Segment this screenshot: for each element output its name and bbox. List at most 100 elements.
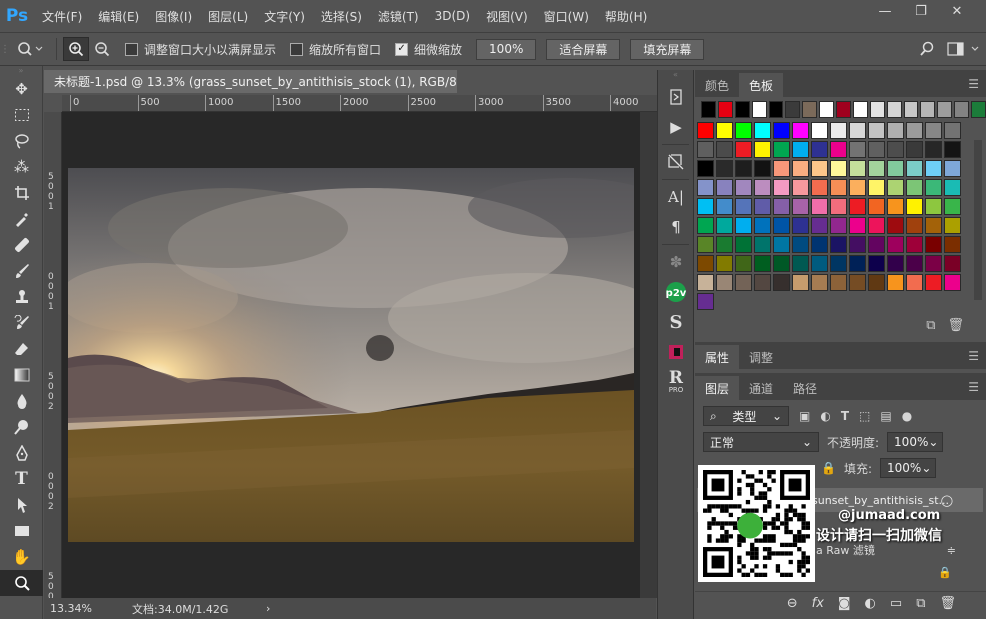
- swatch[interactable]: [811, 160, 828, 177]
- swatch[interactable]: [754, 217, 771, 234]
- link-layers-icon[interactable]: ⊖: [787, 596, 798, 611]
- swatch[interactable]: [849, 141, 866, 158]
- swatch[interactable]: [773, 255, 790, 272]
- swatch[interactable]: [754, 236, 771, 253]
- swatch[interactable]: [773, 160, 790, 177]
- swatch[interactable]: [773, 236, 790, 253]
- zoom-tool-preset-icon[interactable]: [10, 37, 50, 61]
- swatch[interactable]: [944, 122, 961, 139]
- scrubby-zoom-checkbox[interactable]: ✓ 细微缩放: [395, 41, 462, 58]
- recent-swatch[interactable]: [785, 101, 801, 118]
- history-brush-tool-icon[interactable]: [0, 310, 43, 336]
- s-plugin-icon[interactable]: S: [658, 307, 694, 337]
- swatch[interactable]: [868, 255, 885, 272]
- swatch[interactable]: [811, 255, 828, 272]
- opacity-input[interactable]: 100% ⌄: [887, 432, 944, 452]
- delete-layer-icon[interactable]: 🗑: [939, 596, 956, 611]
- swatch[interactable]: [849, 122, 866, 139]
- swatch[interactable]: [868, 179, 885, 196]
- recent-swatch[interactable]: [819, 101, 834, 118]
- recent-swatch[interactable]: [971, 101, 986, 118]
- swatch[interactable]: [944, 198, 961, 215]
- delete-swatch-icon[interactable]: 🗑: [947, 318, 964, 333]
- swatch[interactable]: [697, 274, 714, 291]
- r-pro-plugin-icon[interactable]: R PRO: [658, 367, 694, 397]
- swatch[interactable]: [773, 122, 790, 139]
- resize-windows-checkbox[interactable]: 调整窗口大小以满屏显示: [125, 41, 276, 58]
- pixel-filter-icon[interactable]: ▣: [799, 409, 810, 423]
- smart-object-filter-icon[interactable]: ▤: [880, 409, 891, 423]
- swatch[interactable]: [849, 160, 866, 177]
- swatch[interactable]: [735, 255, 752, 272]
- swatch[interactable]: [773, 179, 790, 196]
- status-menu-arrow[interactable]: ›: [266, 602, 270, 615]
- adjustment-layer-icon[interactable]: ◐: [865, 596, 876, 611]
- gradient-tool-icon[interactable]: [0, 362, 43, 388]
- swatch[interactable]: [830, 141, 847, 158]
- swatch[interactable]: [944, 236, 961, 253]
- swatch[interactable]: [887, 141, 904, 158]
- swatch[interactable]: [811, 236, 828, 253]
- swatch[interactable]: [868, 236, 885, 253]
- swatch[interactable]: [735, 160, 752, 177]
- swatch[interactable]: [792, 236, 809, 253]
- history-panel-icon[interactable]: [658, 82, 694, 112]
- layer-kind-select[interactable]: ⌕ 类型 ⌄: [703, 406, 789, 426]
- zoom-100-button[interactable]: 100%: [476, 38, 537, 60]
- tab-properties[interactable]: 属性: [695, 345, 740, 369]
- swatch[interactable]: [811, 198, 828, 215]
- swatch[interactable]: [925, 198, 942, 215]
- swatch[interactable]: [792, 179, 809, 196]
- vertical-scrollbar[interactable]: [640, 112, 657, 598]
- swatch[interactable]: [925, 274, 942, 291]
- swatch[interactable]: [811, 141, 828, 158]
- swatch[interactable]: [925, 122, 942, 139]
- swatch[interactable]: [773, 217, 790, 234]
- tab-paths[interactable]: 路径: [783, 376, 827, 400]
- recent-swatch[interactable]: [717, 101, 733, 118]
- dodge-tool-icon[interactable]: [0, 414, 43, 440]
- swatch[interactable]: [735, 179, 752, 196]
- brush-tool-icon[interactable]: [0, 258, 43, 284]
- path-selection-tool-icon[interactable]: [0, 492, 43, 518]
- swatch[interactable]: [925, 141, 942, 158]
- p2v-plugin-icon[interactable]: p2v: [658, 277, 694, 307]
- swatch[interactable]: [887, 198, 904, 215]
- swatch[interactable]: [792, 160, 809, 177]
- recent-swatch[interactable]: [734, 101, 750, 118]
- recent-swatch[interactable]: [937, 101, 953, 118]
- crop-tool-icon[interactable]: [0, 180, 43, 206]
- recent-swatch[interactable]: [954, 101, 969, 118]
- swatch[interactable]: [925, 160, 942, 177]
- swatch[interactable]: [906, 179, 923, 196]
- menu-layer[interactable]: 图层(L): [200, 8, 256, 25]
- tab-adjustments[interactable]: 调整: [739, 345, 783, 369]
- type-filter-icon[interactable]: T: [841, 409, 849, 423]
- swatch[interactable]: [906, 141, 923, 158]
- rectangle-tool-icon[interactable]: [0, 518, 43, 544]
- adjustment-filter-icon[interactable]: ◐: [820, 409, 830, 423]
- swatch[interactable]: [754, 179, 771, 196]
- swatch[interactable]: [697, 217, 714, 234]
- swatch[interactable]: [830, 198, 847, 215]
- swatch[interactable]: [944, 255, 961, 272]
- menu-type[interactable]: 文字(Y): [256, 8, 313, 25]
- checkbox-box[interactable]: [290, 42, 304, 56]
- swatch[interactable]: [830, 179, 847, 196]
- swatch[interactable]: [830, 236, 847, 253]
- swatch[interactable]: [697, 179, 714, 196]
- menu-window[interactable]: 窗口(W): [536, 8, 597, 25]
- swatch[interactable]: [754, 122, 771, 139]
- swatch[interactable]: [735, 217, 752, 234]
- swatch[interactable]: [849, 274, 866, 291]
- zoom-in-icon[interactable]: [63, 37, 89, 61]
- swatch[interactable]: [849, 236, 866, 253]
- tab-color[interactable]: 颜色: [695, 73, 739, 97]
- marquee-tool-icon[interactable]: [0, 102, 43, 128]
- filter-toggle-icon[interactable]: ●: [902, 409, 912, 423]
- swatch[interactable]: [849, 255, 866, 272]
- fill-input[interactable]: 100% ⌄: [880, 458, 936, 478]
- panel-menu-icon[interactable]: ☰: [968, 77, 979, 91]
- swatch[interactable]: [830, 255, 847, 272]
- swatch[interactable]: [906, 236, 923, 253]
